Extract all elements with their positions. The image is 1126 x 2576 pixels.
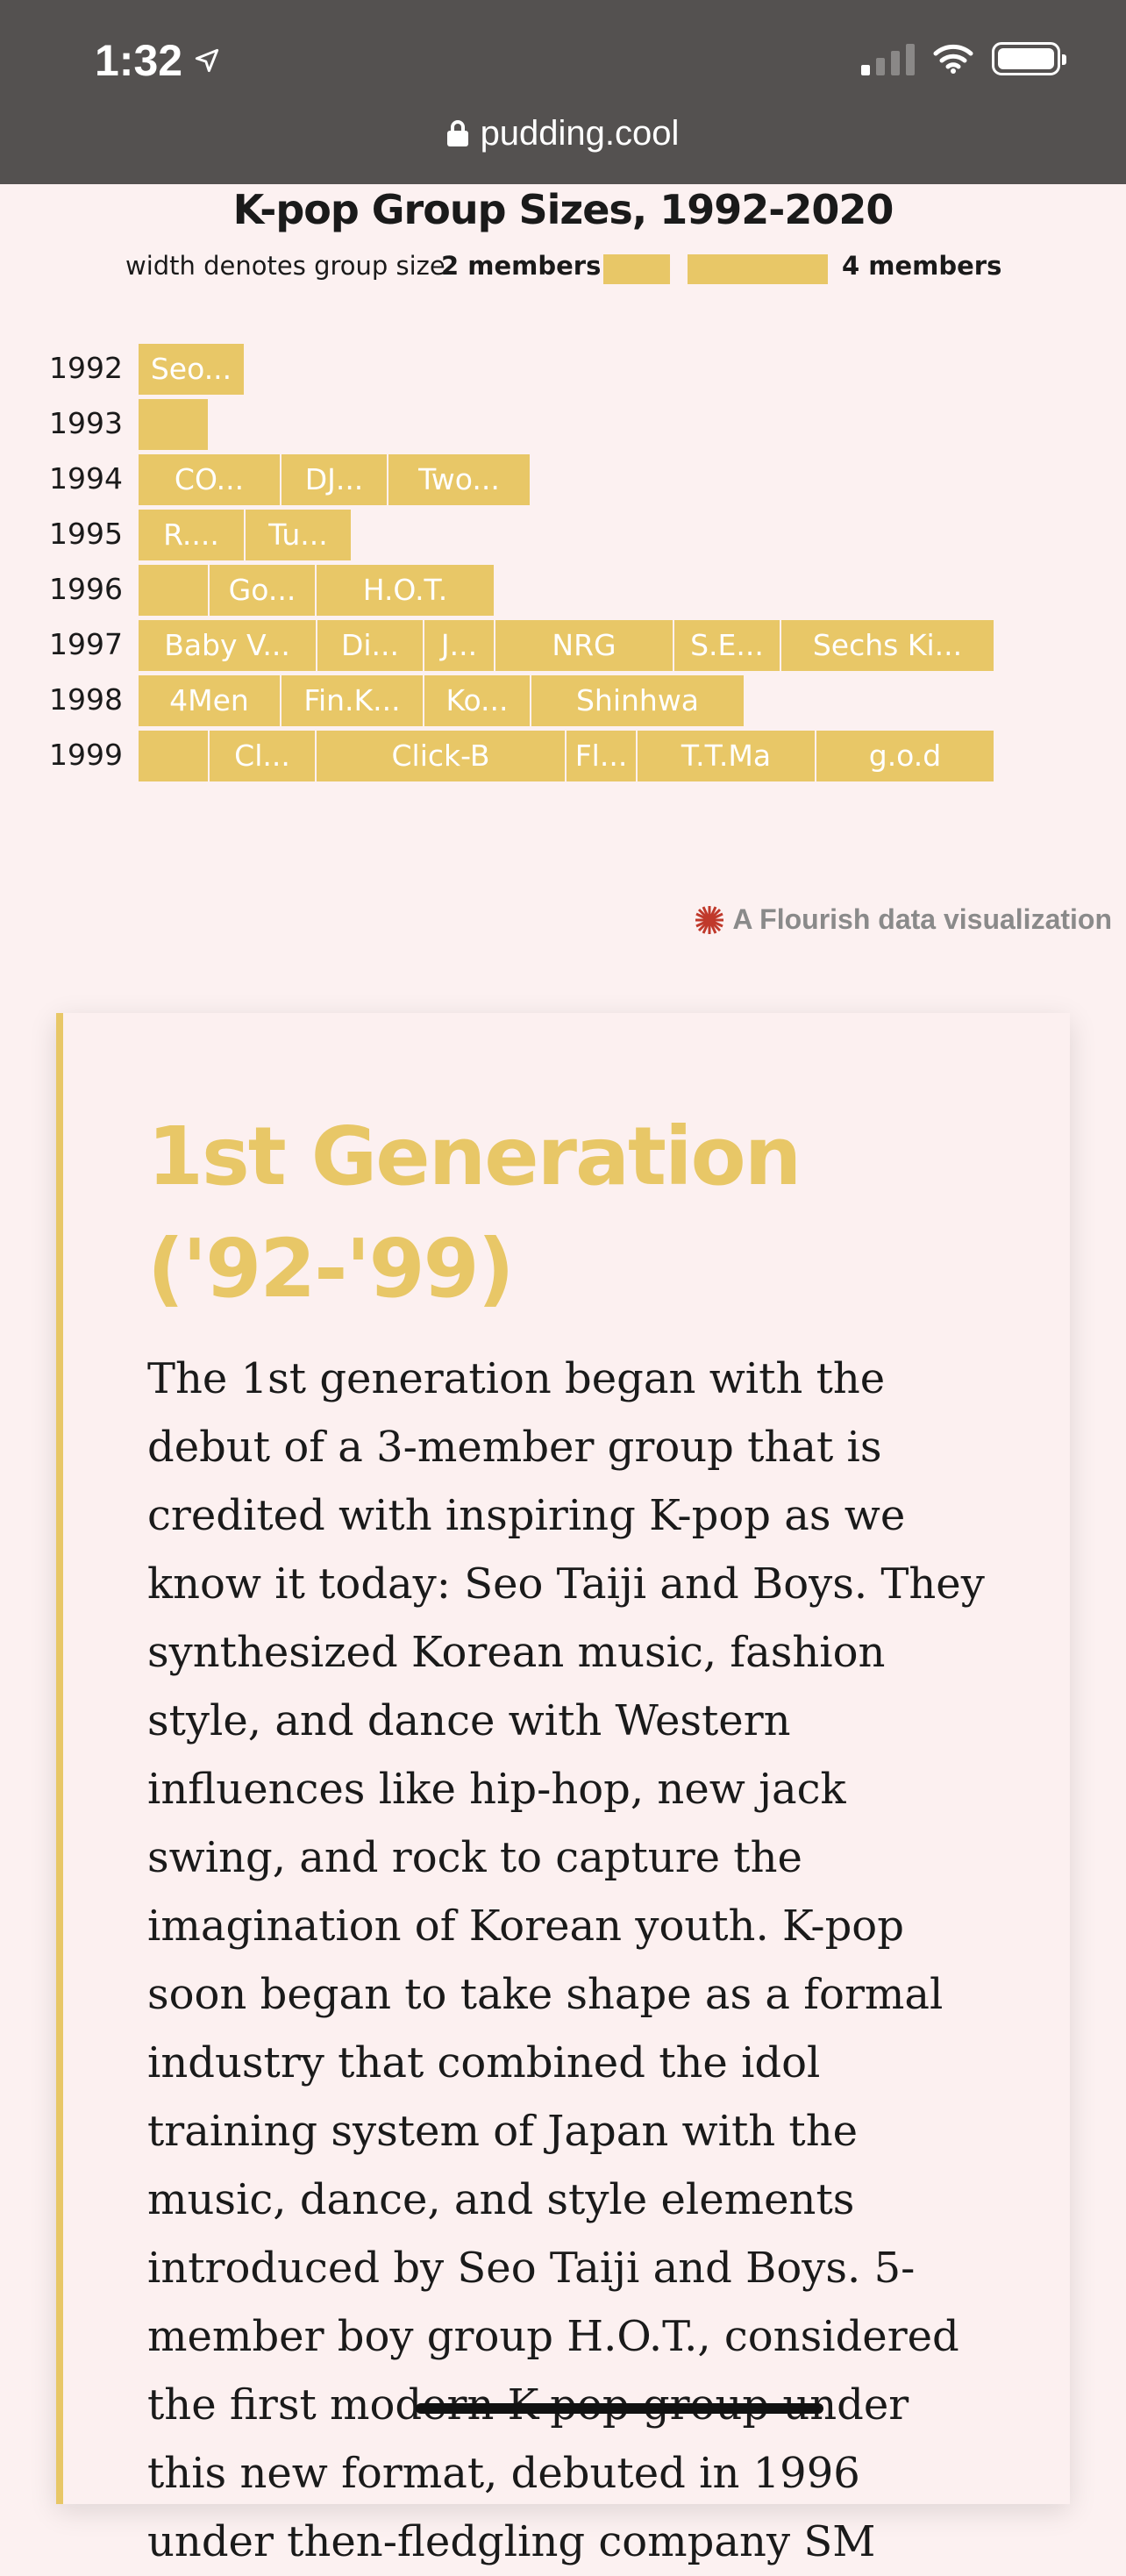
group-bar[interactable]: NRG <box>495 620 673 671</box>
group-bar[interactable]: Go... <box>210 565 315 616</box>
section-heading: 1st Generation ('92-'99) <box>147 1110 802 1316</box>
group-bar[interactable]: R.... <box>139 510 244 560</box>
group-bar[interactable]: H.O.T. <box>317 565 494 616</box>
group-bar[interactable]: Fl... <box>567 731 636 781</box>
group-bar[interactable] <box>139 731 208 781</box>
group-bar[interactable]: Tu... <box>246 510 351 560</box>
year-label: 1998 <box>49 682 123 717</box>
group-bar[interactable]: Baby V... <box>139 620 316 671</box>
strikethrough-mark <box>416 2403 823 2414</box>
section-body: The 1st generation began with the debut … <box>147 1354 985 2566</box>
year-label: 1993 <box>49 406 123 440</box>
group-bar[interactable]: 4Men <box>139 675 280 726</box>
group-bar[interactable]: Sechs Ki... <box>781 620 994 671</box>
group-bar[interactable]: S.E... <box>674 620 780 671</box>
group-bar[interactable]: Di... <box>317 620 423 671</box>
chart-rows: 1992 Seo... 1993 1994 CO... DJ... Two... 1995 R.… <box>0 0 1126 807</box>
year-label: 1992 <box>49 351 123 385</box>
group-bar[interactable]: g.o.d <box>816 731 994 781</box>
card-accent-rule <box>56 1013 63 2504</box>
article-card: 1st Generation ('92-'99) The 1st generat… <box>56 1013 1070 2566</box>
group-bar[interactable]: Shinhwa <box>531 675 744 726</box>
year-label: 1996 <box>49 572 123 606</box>
flourish-logo-icon <box>695 905 724 934</box>
group-bar[interactable]: DJ... <box>282 454 387 505</box>
group-bar[interactable]: Two... <box>388 454 530 505</box>
year-label: 1995 <box>49 517 123 551</box>
group-bar[interactable]: T.T.Ma <box>638 731 815 781</box>
year-label: 1997 <box>49 627 123 661</box>
group-bar[interactable]: Seo... <box>139 344 244 395</box>
year-label: 1994 <box>49 461 123 496</box>
group-bar[interactable]: J... <box>424 620 494 671</box>
year-label: 1999 <box>49 738 123 772</box>
group-bar[interactable]: Ko... <box>424 675 530 726</box>
flourish-credit[interactable]: A Flourish data visualization <box>694 903 1112 936</box>
group-bar[interactable]: Fin.K... <box>282 675 423 726</box>
credit-text: A Flourish data visualization <box>732 903 1112 935</box>
group-bar[interactable] <box>139 399 208 450</box>
group-bar[interactable]: Click-B <box>317 731 565 781</box>
group-bar[interactable] <box>139 565 208 616</box>
group-bar[interactable]: CO... <box>139 454 280 505</box>
group-bar[interactable]: Cl... <box>210 731 315 781</box>
